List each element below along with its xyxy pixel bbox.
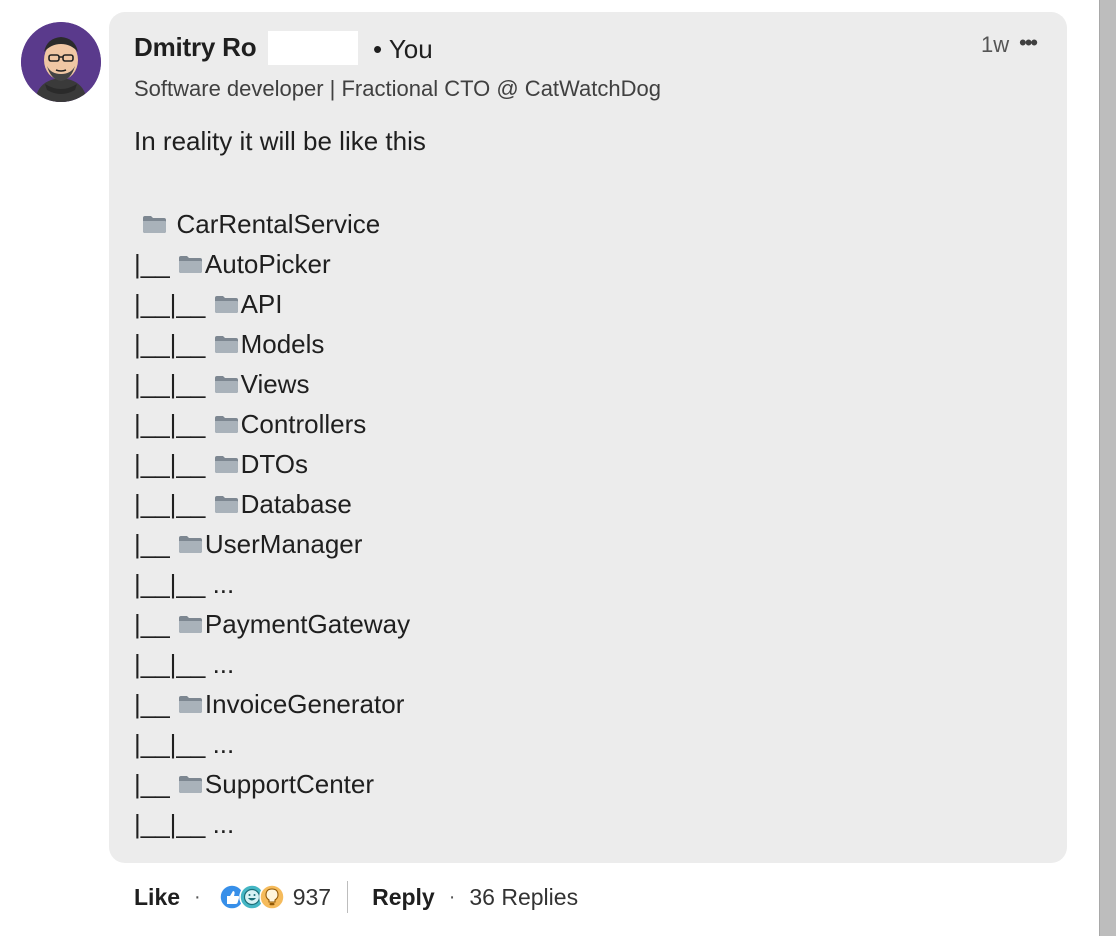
tree-prefix: |__ xyxy=(134,529,177,559)
tree-row: |__|__ Views xyxy=(134,364,410,404)
tree-row: |__ UserManager xyxy=(134,524,410,564)
reactions-summary[interactable] xyxy=(218,884,285,910)
more-options-button[interactable]: ••• xyxy=(1019,30,1038,56)
tree-row: |__ InvoiceGenerator xyxy=(134,684,410,724)
tree-prefix: |__|__ xyxy=(134,449,213,479)
folder-icon xyxy=(177,533,203,555)
tree-prefix: |__|__ xyxy=(134,369,213,399)
tree-row: |__|__ Database xyxy=(134,484,410,524)
folder-icon xyxy=(177,773,203,795)
folder-icon xyxy=(213,413,239,435)
tree-prefix: |__|__ ... xyxy=(134,729,235,759)
tree-row: |__|__ API xyxy=(134,284,410,324)
insightful-icon xyxy=(258,884,285,910)
avatar[interactable] xyxy=(21,22,101,102)
tree-row: |__|__ Models xyxy=(134,324,410,364)
folder-icon xyxy=(213,493,239,515)
folder-icon xyxy=(213,453,239,475)
comment-time: 1w xyxy=(981,32,1010,57)
tree-prefix: |__|__ xyxy=(134,289,213,319)
folder-icon xyxy=(177,613,203,635)
folder-icon xyxy=(213,333,239,355)
tree-prefix: |__|__ ... xyxy=(134,809,235,839)
tree-folder-name: API xyxy=(240,289,283,319)
tree-folder-name: Controllers xyxy=(240,409,367,439)
tree-row: |__|__ ... xyxy=(134,564,410,604)
divider xyxy=(347,881,349,913)
tree-folder-name: SupportCenter xyxy=(204,769,375,799)
tree-prefix: |__|__ xyxy=(134,409,213,439)
scrollbar[interactable] xyxy=(1099,0,1116,936)
tree-prefix xyxy=(134,206,141,242)
folder-icon xyxy=(177,693,203,715)
tree-prefix: |__|__ ... xyxy=(134,569,235,599)
tree-row: |__|__ ... xyxy=(134,724,410,764)
separator: · xyxy=(448,885,456,908)
tree-folder-name: Views xyxy=(240,369,310,399)
tree-prefix: |__|__ ... xyxy=(134,649,235,679)
tree-row: |__|__ ... xyxy=(134,644,410,684)
tree-folder-name: PaymentGateway xyxy=(204,609,411,639)
separator: · xyxy=(194,885,201,908)
author-name[interactable]: Dmitry Ro xyxy=(134,32,257,63)
reply-button[interactable]: Reply xyxy=(372,884,435,911)
folder-icon xyxy=(177,253,203,275)
tree-folder-name: UserManager xyxy=(204,529,363,559)
tree-row: CarRentalService xyxy=(134,204,410,244)
tree-prefix: |__ xyxy=(134,609,177,639)
folder-icon xyxy=(141,213,167,235)
tree-row: |__|__ Controllers xyxy=(134,404,410,444)
tree-folder-name: InvoiceGenerator xyxy=(204,689,405,719)
tree-row: |__ AutoPicker xyxy=(134,244,410,284)
tree-row: |__|__ ... xyxy=(134,804,410,844)
redacted-region xyxy=(268,31,358,65)
folder-tree: CarRentalService |__ AutoPicker |__|__ API… xyxy=(134,204,410,844)
reaction-count[interactable]: 937 xyxy=(293,884,331,911)
you-label: • You xyxy=(373,34,433,64)
tree-folder-name: CarRentalService xyxy=(169,209,381,239)
like-button[interactable]: Like xyxy=(134,884,180,911)
comment-actions: Like · 937 Reply · 36 Replies xyxy=(134,880,578,914)
tree-folder-name: AutoPicker xyxy=(204,249,331,279)
tree-prefix: |__ xyxy=(134,769,177,799)
tree-prefix: |__ xyxy=(134,249,177,279)
author-headline: Software developer | Fractional CTO @ Ca… xyxy=(134,76,661,101)
tree-folder-name: DTOs xyxy=(240,449,308,479)
tree-row: |__|__ DTOs xyxy=(134,444,410,484)
tree-prefix: |__|__ xyxy=(134,489,213,519)
folder-icon xyxy=(213,373,239,395)
comment-text: In reality it will be like this xyxy=(134,126,426,156)
replies-link[interactable]: 36 Replies xyxy=(469,884,578,911)
tree-folder-name: Models xyxy=(240,329,325,359)
tree-row: |__ PaymentGateway xyxy=(134,604,410,644)
avatar-image xyxy=(21,22,101,102)
folder-icon xyxy=(213,293,239,315)
tree-row: |__ SupportCenter xyxy=(134,764,410,804)
tree-folder-name: Database xyxy=(240,489,352,519)
tree-prefix: |__ xyxy=(134,689,177,719)
tree-prefix: |__|__ xyxy=(134,329,213,359)
